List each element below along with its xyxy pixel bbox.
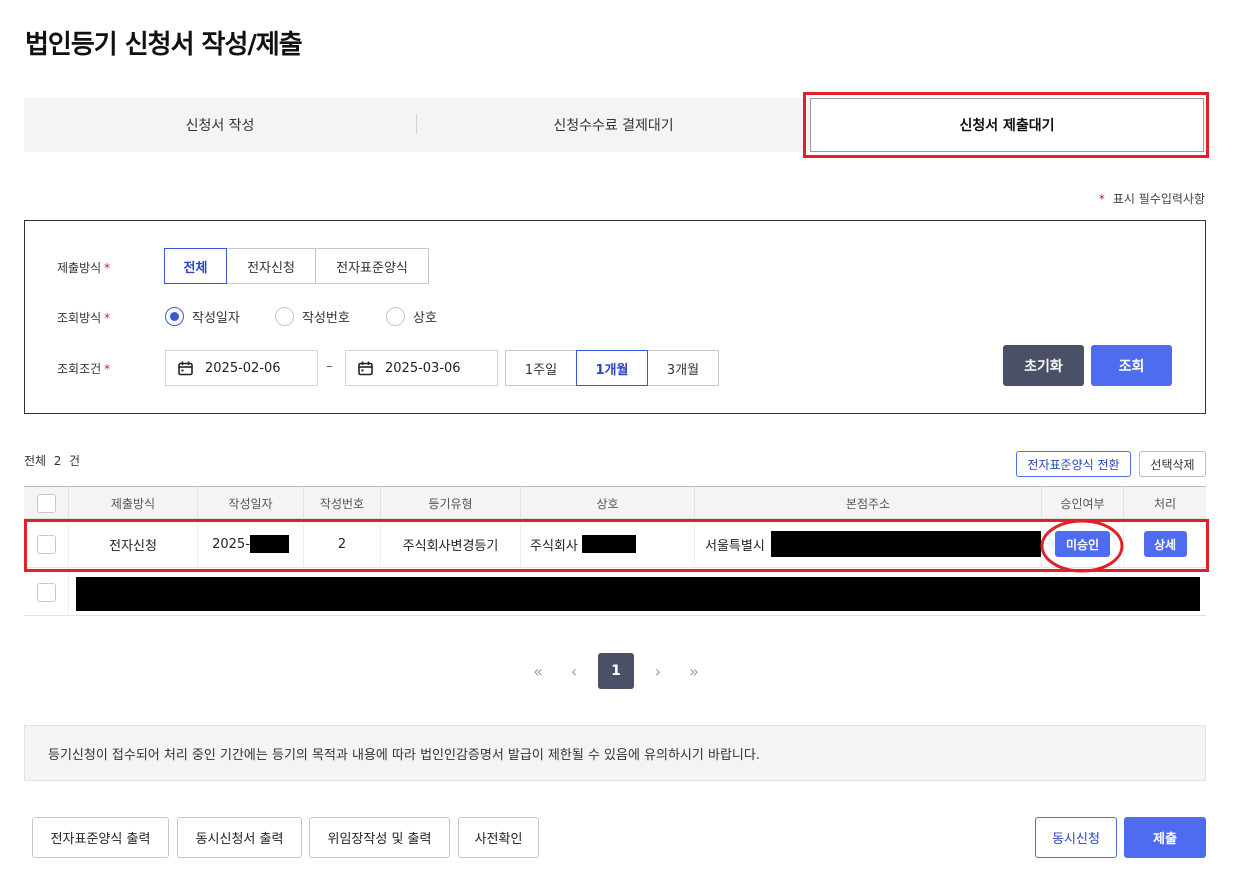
column-header: 작성번호 [304, 487, 381, 520]
radio-company[interactable]: 상호 [386, 307, 437, 326]
radio-number[interactable]: 작성번호 [275, 307, 350, 326]
notice-box: 등기신청이 접수되어 처리 중인 기간에는 등기의 목적과 내용에 따라 법인인… [24, 725, 1206, 781]
submit-button[interactable]: 제출 [1124, 817, 1206, 858]
date-to-input[interactable]: 2025-03-06 [345, 350, 498, 386]
total-count: 전체 2 건 [24, 452, 80, 469]
prev-page-icon[interactable]: ‹ [556, 653, 592, 689]
radio-label: 작성일자 [192, 311, 240, 326]
date-from-value: 2025-02-06 [205, 360, 281, 376]
redacted-row [76, 577, 1200, 611]
precheck-button[interactable]: 사전확인 [458, 817, 539, 858]
highlight-annotation-row [24, 519, 1209, 572]
search-button[interactable]: 조회 [1091, 345, 1172, 386]
column-header: 본점주소 [695, 487, 1042, 520]
total-number: 2 [53, 454, 62, 468]
page-1-button[interactable]: 1 [598, 653, 634, 689]
radio-button[interactable] [275, 307, 294, 326]
radio-button[interactable] [386, 307, 405, 326]
radio-date[interactable]: 작성일자 [165, 307, 240, 326]
period-1-month[interactable]: 1개월 [576, 350, 648, 386]
required-note: * 표시 필수입력사항 [1099, 190, 1205, 207]
column-header: 처리 [1153, 497, 1177, 511]
required-note-text: 표시 필수입력사항 [1112, 192, 1205, 206]
row-checkbox-cell [24, 568, 69, 616]
calendar-icon[interactable] [178, 361, 193, 376]
tab-fee-payment-pending[interactable]: 신청수수료 결제대기 [417, 98, 810, 152]
submit-method-label-text: 제출방식 [57, 261, 102, 275]
row-checkbox[interactable] [36, 582, 56, 602]
column-header: 등기유형 [381, 487, 521, 520]
print-simultaneous-button[interactable]: 동시신청서 출력 [177, 817, 302, 858]
highlight-annotation-circle [1040, 519, 1124, 573]
next-page-icon[interactable]: › [640, 653, 676, 689]
period-1-week[interactable]: 1주일 [505, 350, 577, 386]
tab-application-write[interactable]: 신청서 작성 [24, 98, 416, 152]
first-page-icon[interactable]: « [520, 653, 556, 689]
convert-standard-form-button[interactable]: 전자표준양식 전환 [1016, 451, 1131, 477]
submit-method-segment: 전체 전자신청 전자표준양식 [164, 248, 429, 284]
submit-method-standard-form[interactable]: 전자표준양식 [315, 248, 429, 284]
pagination: « ‹ 1 › » [520, 653, 712, 689]
submit-method-all[interactable]: 전체 [164, 248, 227, 284]
column-header: 승인여부 [1042, 487, 1124, 520]
calendar-icon[interactable] [358, 361, 373, 376]
submit-method-electronic[interactable]: 전자신청 [226, 248, 316, 284]
date-from-input[interactable]: 2025-02-06 [165, 350, 318, 386]
simultaneous-application-button[interactable]: 동시신청 [1035, 817, 1117, 858]
print-standard-form-button[interactable]: 전자표준양식 출력 [32, 817, 169, 858]
highlight-annotation-tab [803, 92, 1209, 158]
header-checkbox-cell [24, 487, 69, 520]
table-header: 제출방식 작성일자 작성번호 등기유형 상호 본점주소 승인여부 처리 [24, 486, 1206, 520]
reset-button[interactable]: 초기화 [1003, 345, 1084, 386]
column-header: 작성일자 [198, 487, 304, 520]
search-panel: 제출방식 * 전체 전자신청 전자표준양식 조회방식 * 작성일자 작성번호 상호 … [24, 220, 1206, 414]
power-of-attorney-button[interactable]: 위임장작성 및 출력 [309, 817, 450, 858]
radio-label: 작성번호 [302, 311, 350, 326]
query-condition-label-text: 조회조건 [57, 362, 102, 376]
last-page-icon[interactable]: » [676, 653, 712, 689]
column-header: 제출방식 [69, 487, 198, 520]
table-row[interactable] [24, 568, 1206, 616]
required-star: * [104, 311, 111, 325]
select-all-checkbox[interactable] [36, 494, 56, 513]
radio-button[interactable] [165, 307, 184, 326]
required-star: * [104, 261, 111, 275]
query-method-label: 조회방식 * [57, 309, 110, 326]
submit-method-label: 제출방식 * [57, 259, 110, 276]
page-title: 법인등기 신청서 작성/제출 [25, 30, 303, 60]
required-star: * [1098, 192, 1105, 206]
delete-selected-button[interactable]: 선택삭제 [1139, 451, 1206, 477]
required-star: * [104, 362, 111, 376]
total-unit: 건 [69, 454, 81, 468]
query-method-label-text: 조회방식 [57, 311, 102, 325]
date-to-value: 2025-03-06 [385, 360, 461, 376]
period-segment: 1주일 1개월 3개월 [505, 350, 719, 386]
radio-label: 상호 [413, 311, 437, 326]
total-label: 전체 [24, 454, 47, 468]
date-separator: – [326, 359, 333, 374]
column-header: 상호 [521, 487, 695, 520]
period-3-months[interactable]: 3개월 [647, 350, 719, 386]
query-condition-label: 조회조건 * [57, 360, 110, 377]
